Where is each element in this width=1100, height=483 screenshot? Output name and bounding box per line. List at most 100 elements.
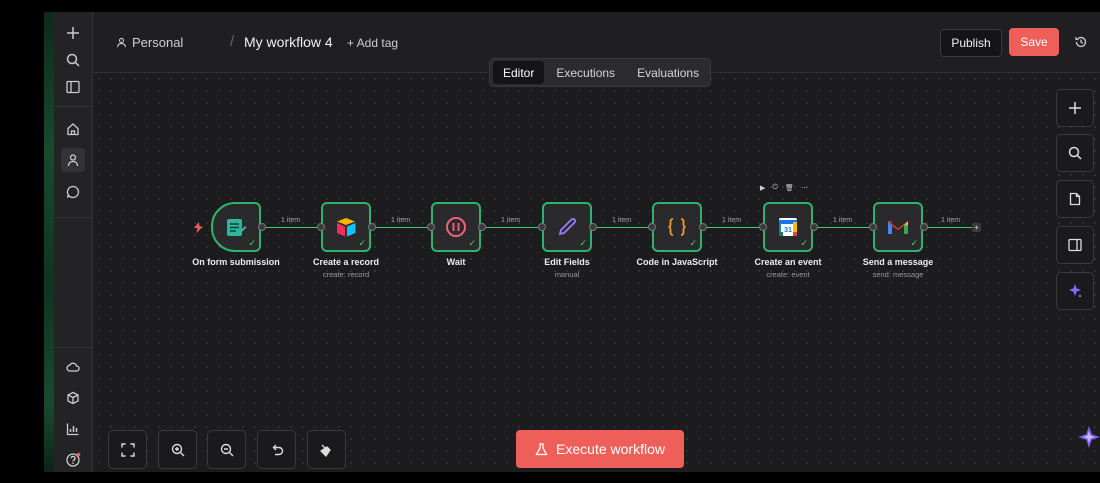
- node-create-record[interactable]: ✓: [321, 202, 371, 252]
- execute-workflow-button[interactable]: Execute workflow: [516, 430, 684, 468]
- search-icon[interactable]: [1056, 134, 1094, 172]
- input-handle[interactable]: [538, 223, 546, 231]
- input-handle[interactable]: [869, 223, 877, 231]
- tab-editor[interactable]: Editor: [493, 61, 545, 84]
- n8n-app: Personal / My workflow 4 + Add tag Publi…: [54, 12, 1100, 472]
- more-options-icon[interactable]: ⋯: [801, 184, 808, 192]
- input-handle[interactable]: [648, 223, 656, 231]
- input-handle[interactable]: [427, 223, 435, 231]
- node-send-message[interactable]: ✓: [873, 202, 923, 252]
- panel-toggle-icon[interactable]: [61, 75, 85, 99]
- output-handle[interactable]: [589, 223, 597, 231]
- item-count-label: 1 item: [391, 217, 411, 224]
- tidy-up-icon[interactable]: [307, 430, 346, 469]
- workflow-title[interactable]: My workflow 4: [244, 34, 333, 50]
- gmail-icon: [888, 221, 908, 234]
- pause-icon: [446, 217, 466, 237]
- execute-label: Execute workflow: [556, 441, 665, 457]
- lightning-icon: [194, 222, 203, 233]
- node-create-event[interactable]: 31 ✓: [763, 202, 813, 252]
- node-label: On form submission: [192, 257, 280, 267]
- side-panel-icon[interactable]: [1056, 226, 1094, 264]
- node-edit-fields[interactable]: ✓: [542, 202, 592, 252]
- form-icon: [227, 219, 247, 236]
- tab-evaluations[interactable]: Evaluations: [627, 61, 709, 84]
- item-count-label: 1 item: [281, 217, 301, 224]
- node-sublabel: send: message: [872, 270, 924, 279]
- home-icon[interactable]: [61, 117, 85, 141]
- node-label: Wait: [446, 257, 466, 267]
- add-icon[interactable]: [61, 21, 85, 45]
- add-node-icon[interactable]: [1056, 89, 1094, 127]
- output-handle[interactable]: [258, 223, 266, 231]
- zoom-in-icon[interactable]: [158, 430, 197, 469]
- publish-button[interactable]: Publish: [940, 29, 1002, 57]
- ai-sparkle-icon[interactable]: [1056, 272, 1094, 310]
- tab-executions[interactable]: Executions: [546, 61, 625, 84]
- output-handle[interactable]: [920, 223, 928, 231]
- input-handle[interactable]: [759, 223, 767, 231]
- sidebar-divider: [54, 217, 92, 218]
- node-wait[interactable]: ✓: [431, 202, 481, 252]
- output-handle[interactable]: [810, 223, 818, 231]
- node-label: Create a record: [312, 257, 380, 267]
- save-button[interactable]: Save: [1009, 28, 1059, 56]
- svg-text:31: 31: [784, 227, 792, 234]
- sticky-note-icon[interactable]: [1056, 180, 1094, 218]
- item-count-label: 1 item: [833, 217, 853, 224]
- success-check-icon: ✓: [358, 238, 366, 248]
- connection-line: [262, 227, 320, 228]
- zoom-out-icon[interactable]: [207, 430, 246, 469]
- output-handle[interactable]: [699, 223, 707, 231]
- output-handle[interactable]: [478, 223, 486, 231]
- airtable-icon: [337, 218, 356, 237]
- chat-icon[interactable]: [61, 180, 85, 204]
- sidebar-divider: [54, 347, 92, 348]
- breadcrumb-project[interactable]: Personal: [116, 35, 183, 50]
- templates-icon[interactable]: [61, 386, 85, 410]
- background-strip: [44, 12, 54, 472]
- node-code-javascript[interactable]: ✓: [652, 202, 702, 252]
- history-icon[interactable]: [1071, 32, 1091, 52]
- node-label: Send a message: [862, 257, 934, 267]
- view-tabs: Editor Executions Evaluations: [489, 58, 711, 87]
- project-name: Personal: [132, 35, 184, 50]
- undo-icon[interactable]: [257, 430, 296, 469]
- trash-icon[interactable]: 🗑: [785, 184, 794, 192]
- node-label: Code in JavaScript: [636, 257, 718, 267]
- node-sublabel: manual: [554, 270, 580, 279]
- node-sublabel: create: event: [766, 270, 810, 279]
- node-form-trigger[interactable]: ✓: [211, 202, 261, 252]
- success-check-icon: ✓: [689, 238, 697, 248]
- pencil-icon: [558, 218, 576, 236]
- power-icon[interactable]: ⏻: [772, 184, 778, 192]
- connection-line: [924, 227, 972, 228]
- connection-line: [482, 227, 541, 228]
- help-icon[interactable]: [61, 448, 85, 472]
- flask-icon: [535, 442, 548, 455]
- assistant-sparkle-icon[interactable]: [1076, 424, 1100, 452]
- screen-frame: Personal / My workflow 4 + Add tag Publi…: [0, 0, 1100, 483]
- left-sidebar: [54, 12, 93, 472]
- add-node-button[interactable]: +: [972, 223, 981, 232]
- insights-chart-icon[interactable]: [61, 417, 85, 441]
- success-check-icon: ✓: [910, 238, 918, 248]
- success-check-icon: ✓: [579, 238, 587, 248]
- item-count-label: 1 item: [612, 217, 632, 224]
- success-check-icon: ✓: [800, 238, 808, 248]
- cloud-icon[interactable]: [61, 355, 85, 379]
- output-handle[interactable]: [368, 223, 376, 231]
- fit-view-icon[interactable]: [108, 430, 147, 469]
- play-icon[interactable]: ▶: [760, 184, 765, 192]
- node-hover-toolbar: ▶ ⏻ 🗑 ⋯: [760, 184, 808, 192]
- input-handle[interactable]: [317, 223, 325, 231]
- user-icon[interactable]: [61, 148, 85, 172]
- item-count-label: 1 item: [722, 217, 742, 224]
- node-sublabel: create: record: [322, 270, 370, 279]
- success-check-icon: ✓: [248, 238, 256, 248]
- user-icon: [117, 37, 126, 48]
- connection-line: [703, 227, 762, 228]
- add-tag-button[interactable]: + Add tag: [347, 36, 398, 50]
- search-icon[interactable]: [61, 48, 85, 72]
- breadcrumb-separator: /: [230, 33, 235, 50]
